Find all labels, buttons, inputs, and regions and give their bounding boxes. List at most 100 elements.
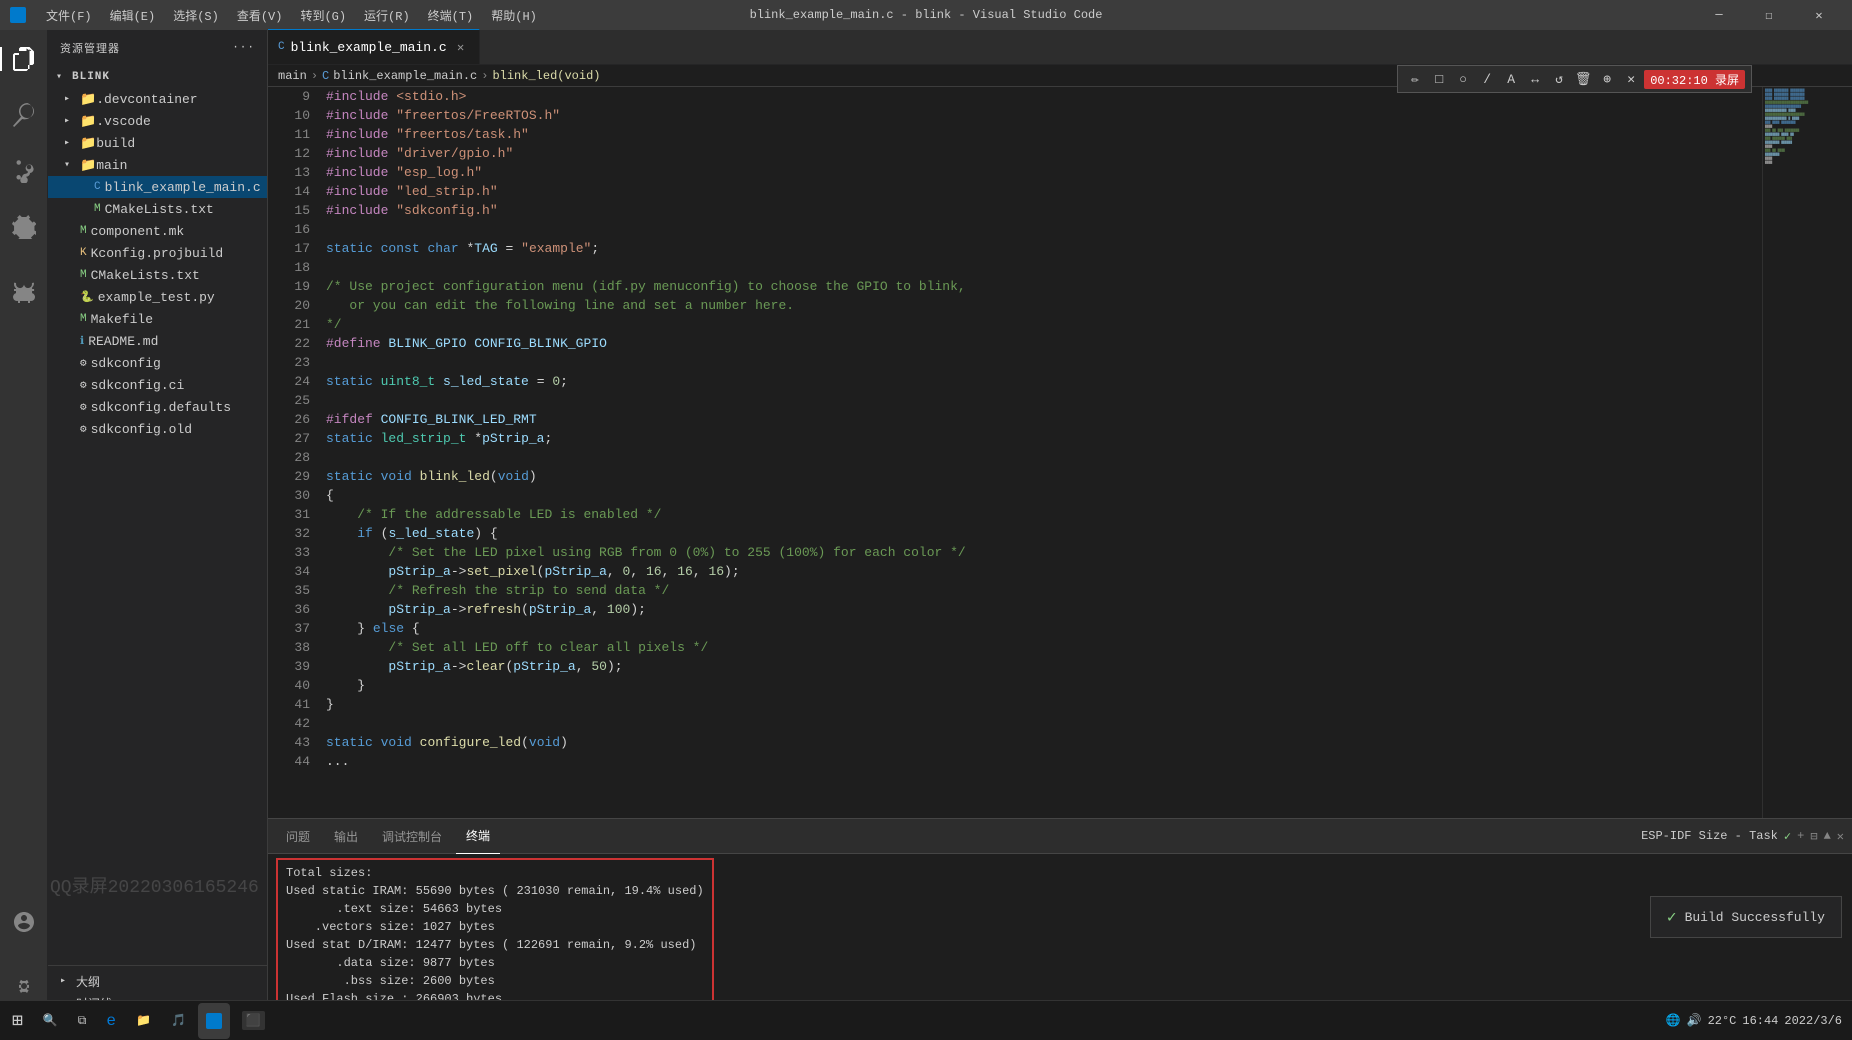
tree-blink[interactable]: ▾ BLINK — [48, 66, 267, 88]
terminal-panel: 问题 输出 调试控制台 终端 ESP-IDF Size - Task ✓ + ⊟… — [268, 818, 1852, 1018]
sidebar-header: 资源管理器 ··· — [48, 30, 267, 66]
tree-main[interactable]: ▾ 📁 main — [48, 154, 267, 176]
taskbar-taskview[interactable]: ⧉ — [70, 1003, 95, 1039]
taskbar-search[interactable]: 🔍 — [35, 1003, 66, 1039]
line-numbers: 910111213 1415161718 1920212223 24252627… — [268, 87, 318, 818]
activity-bar — [0, 30, 48, 1018]
build-success-text: Build Successfully — [1685, 910, 1825, 925]
annot-text-btn[interactable]: A — [1500, 68, 1522, 90]
tree-sdkconfig-ci[interactable]: ⚙ sdkconfig.ci — [48, 374, 267, 396]
panel-tab-terminal[interactable]: 终端 — [456, 819, 500, 854]
tab-close-button[interactable]: ✕ — [453, 39, 469, 55]
code-editor: 910111213 1415161718 1920212223 24252627… — [268, 87, 1852, 818]
panel-toolbar: ESP-IDF Size - Task ✓ + ⊟ ▲ ✕ — [1641, 829, 1844, 844]
taskbar-vscode[interactable] — [198, 1003, 230, 1039]
panel-tab-output[interactable]: 输出 — [324, 819, 368, 854]
sidebar-more-icon[interactable]: ··· — [232, 42, 255, 54]
tree-example-test-py[interactable]: 🐍 example_test.py — [48, 286, 267, 308]
taskbar-explorer[interactable]: 📁 — [128, 1003, 159, 1039]
menu-select[interactable]: 选择(S) — [165, 5, 227, 26]
source-control-icon[interactable] — [0, 147, 48, 195]
window-controls[interactable]: ─ ☐ ✕ — [1696, 0, 1842, 30]
panel-check-icon: ✓ — [1784, 829, 1791, 844]
editor-tab-blink-main[interactable]: C blink_example_main.c ✕ — [268, 29, 480, 64]
menu-goto[interactable]: 转到(G) — [292, 5, 354, 26]
panel-close-icon[interactable]: ✕ — [1837, 829, 1844, 844]
breadcrumb-function[interactable]: blink_led(void) — [492, 69, 600, 83]
tree-makefile[interactable]: M Makefile — [48, 308, 267, 330]
taskbar-temperature: 22°C — [1708, 1014, 1737, 1028]
app-icon — [10, 7, 26, 23]
menu-run[interactable]: 运行(R) — [356, 5, 418, 26]
taskbar-date: 2022/3/6 — [1784, 1014, 1842, 1028]
tab-bar: C blink_example_main.c ✕ — [268, 30, 1852, 65]
menu-help[interactable]: 帮助(H) — [483, 5, 545, 26]
tree-build[interactable]: ▸ 📁 build — [48, 132, 267, 154]
tree-vscode[interactable]: ▸ 📁 .vscode — [48, 110, 267, 132]
editor-area: C blink_example_main.c ✕ main › C blink_… — [268, 30, 1852, 1018]
menu-view[interactable]: 查看(V) — [229, 5, 291, 26]
tree-devcontainer[interactable]: ▸ 📁 .devcontainer — [48, 88, 267, 110]
debug-icon[interactable] — [0, 267, 48, 315]
search-icon[interactable] — [0, 91, 48, 139]
annot-circle-btn[interactable]: ○ — [1452, 68, 1474, 90]
panel-split-icon[interactable]: ⊟ — [1810, 829, 1817, 844]
panel-maximize-icon[interactable]: ▲ — [1824, 829, 1831, 843]
extensions-icon[interactable] — [0, 203, 48, 251]
menu-file[interactable]: 文件(F) — [38, 5, 100, 26]
accounts-icon[interactable] — [0, 898, 48, 946]
tree-cmakelists-root[interactable]: M CMakeLists.txt — [48, 264, 267, 286]
annot-rect-btn[interactable]: □ — [1428, 68, 1450, 90]
explorer-icon[interactable] — [0, 35, 48, 83]
tree-kconfig[interactable]: K Kconfig.projbuild — [48, 242, 267, 264]
tree-component-mk[interactable]: M component.mk — [48, 220, 267, 242]
taskbar-terminal[interactable]: ⬛ — [234, 1003, 273, 1039]
taskbar-edge[interactable]: e — [98, 1003, 124, 1039]
file-tree: ▾ BLINK ▸ 📁 .devcontainer ▸ 📁 .vscode ▸ … — [48, 66, 267, 965]
code-lines[interactable]: #include <stdio.h> #include "freertos/Fr… — [318, 87, 1762, 818]
tree-sdkconfig-defaults[interactable]: ⚙ sdkconfig.defaults — [48, 396, 267, 418]
taskbar-start[interactable]: ⊞ — [4, 1003, 31, 1039]
outline-section[interactable]: ▸ 大纲 — [56, 970, 259, 992]
terminal-output-box: Total sizes: Used static IRAM: 55690 byt… — [276, 858, 714, 1018]
breadcrumb-filename[interactable]: blink_example_main.c — [333, 69, 477, 83]
maximize-button[interactable]: ☐ — [1746, 0, 1792, 30]
panel-tab-problems[interactable]: 问题 — [276, 819, 320, 854]
build-success-notification: ✓ Build Successfully — [1650, 896, 1842, 938]
panel-tab-bar: 问题 输出 调试控制台 终端 ESP-IDF Size - Task ✓ + ⊟… — [268, 819, 1852, 854]
window-title: blink_example_main.c - blink - Visual St… — [750, 8, 1103, 22]
annot-undo-btn[interactable]: ↺ — [1548, 68, 1570, 90]
annot-pencil-btn[interactable]: ✏ — [1404, 68, 1426, 90]
taskbar-right: 🌐 🔊 22°C 16:44 2022/3/6 — [1666, 1013, 1848, 1028]
menu-terminal[interactable]: 终端(T) — [420, 5, 482, 26]
tree-cmakelists-main[interactable]: M CMakeLists.txt — [48, 198, 267, 220]
annot-arrow-btn[interactable]: ↔ — [1524, 68, 1546, 90]
title-bar: 文件(F) 编辑(E) 选择(S) 查看(V) 转到(G) 运行(R) 终端(T… — [0, 0, 1852, 30]
build-success-check-icon: ✓ — [1667, 907, 1677, 927]
menu-bar[interactable]: 文件(F) 编辑(E) 选择(S) 查看(V) 转到(G) 运行(R) 终端(T… — [38, 5, 545, 26]
panel-tab-debug[interactable]: 调试控制台 — [372, 819, 452, 854]
taskbar-volume-icon: 🔊 — [1687, 1013, 1702, 1028]
minimize-button[interactable]: ─ — [1696, 0, 1742, 30]
taskbar: ⊞ 🔍 ⧉ e 📁 🎵 ⬛ 🌐 🔊 22°C 16:44 2022/3/6 — [0, 1000, 1852, 1040]
title-bar-left: 文件(F) 编辑(E) 选择(S) 查看(V) 转到(G) 运行(R) 终端(T… — [10, 5, 545, 26]
annotation-toolbar: ✏ □ ○ / A ↔ ↺ 🗑 ⊕ ✕ 00:32:10 录屏 — [1397, 65, 1752, 93]
breadcrumb-main[interactable]: main — [278, 69, 307, 83]
annot-delete-btn[interactable]: 🗑 — [1572, 68, 1594, 90]
annot-close-btn[interactable]: ✕ — [1620, 68, 1642, 90]
taskbar-time: 16:44 — [1742, 1014, 1778, 1028]
panel-task-label: ESP-IDF Size - Task — [1641, 829, 1778, 843]
tree-sdkconfig[interactable]: ⚙ sdkconfig — [48, 352, 267, 374]
taskbar-network-icon: 🌐 — [1666, 1013, 1681, 1028]
annot-line-btn[interactable]: / — [1476, 68, 1498, 90]
annot-add-btn[interactable]: ⊕ — [1596, 68, 1618, 90]
menu-edit[interactable]: 编辑(E) — [102, 5, 164, 26]
panel-add-icon[interactable]: + — [1797, 829, 1804, 843]
minimap: ████ ████████ ████████ ████ ████████ ███… — [1762, 87, 1852, 818]
tree-readme[interactable]: ℹ README.md — [48, 330, 267, 352]
taskbar-media[interactable]: 🎵 — [163, 1003, 194, 1039]
close-button[interactable]: ✕ — [1796, 0, 1842, 30]
tree-sdkconfig-old[interactable]: ⚙ sdkconfig.old — [48, 418, 267, 440]
recording-timer: 00:32:10 录屏 — [1644, 70, 1745, 89]
tree-blink-main-c[interactable]: C blink_example_main.c — [48, 176, 267, 198]
